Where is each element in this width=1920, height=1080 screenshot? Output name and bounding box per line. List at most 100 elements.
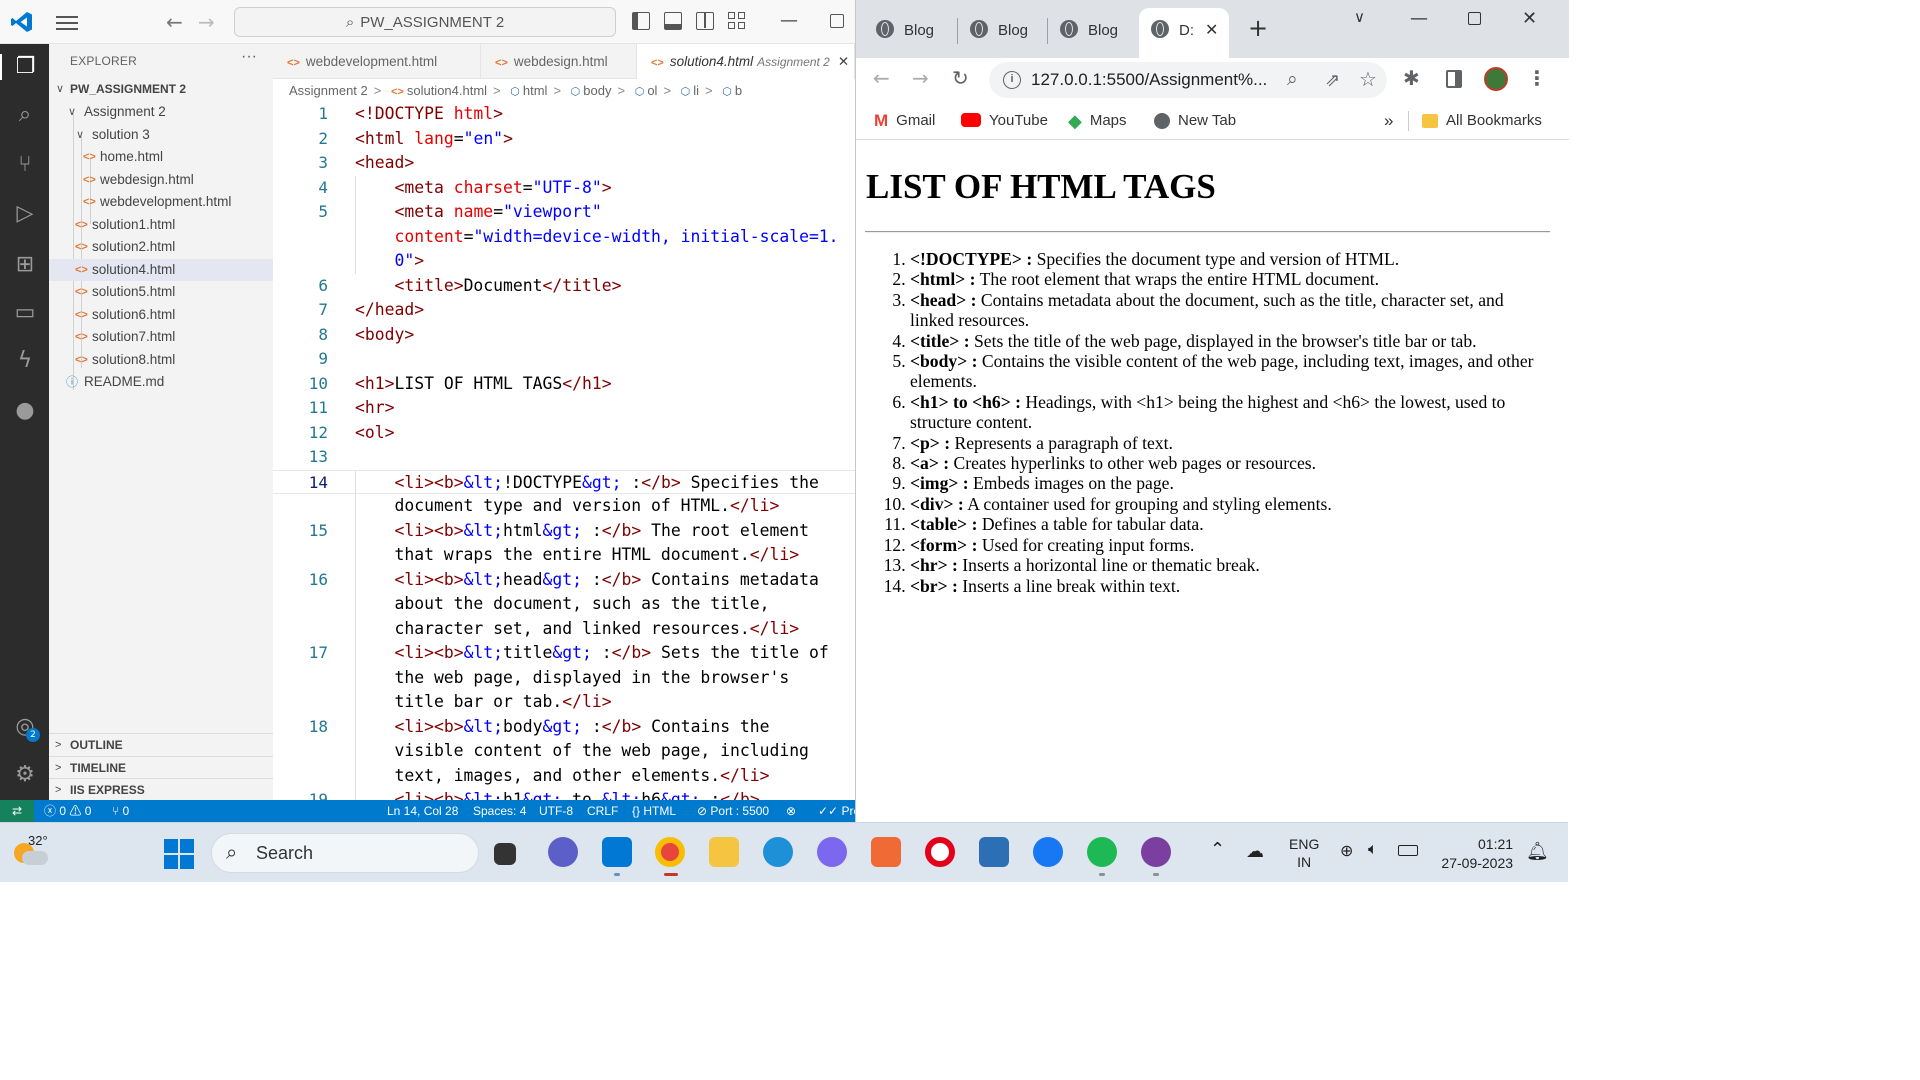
cursor-position[interactable]: Ln 14, Col 28: [387, 800, 458, 822]
minimize-icon[interactable]: —: [1410, 8, 1428, 29]
github-desktop-icon[interactable]: [1141, 837, 1171, 867]
clock[interactable]: 01:21 27-09-2023: [1438, 835, 1513, 873]
bookmark-gmail[interactable]: M Gmail: [874, 102, 935, 140]
share-icon[interactable]: ⇗: [1325, 62, 1340, 98]
prettier-status[interactable]: ✓✓ Pre: [818, 800, 855, 822]
customize-layout-icon[interactable]: [728, 12, 746, 30]
live-server-port[interactable]: ⊘ Port : 5500: [697, 800, 769, 822]
bookmark-star-icon[interactable]: ☆: [1359, 62, 1377, 98]
network-icon[interactable]: ⊕: [1340, 841, 1353, 861]
breadcrumb-item[interactable]: ol: [647, 83, 657, 98]
tree-file-solution1[interactable]: <> solution1.html: [49, 214, 273, 236]
site-info-icon[interactable]: i: [1003, 71, 1021, 89]
browser-tab-blog-1[interactable]: Blog: [864, 8, 956, 58]
remote-explorer-icon[interactable]: ▭: [12, 300, 38, 326]
forward-arrow-icon[interactable]: →: [198, 10, 215, 34]
browser-tab-active[interactable]: D: ✕: [1139, 8, 1229, 58]
new-tab-icon[interactable]: +: [1248, 14, 1268, 42]
notifications-icon[interactable]: ⊗: [786, 800, 796, 822]
tree-file-solution8[interactable]: <> solution8.html: [49, 349, 273, 371]
task-view-icon[interactable]: [494, 843, 516, 865]
tree-file-solution6[interactable]: <> solution6.html: [49, 304, 273, 326]
copilot-icon[interactable]: [817, 837, 847, 867]
toggle-secondary-sidebar-icon[interactable]: [696, 12, 714, 30]
store-icon[interactable]: [979, 837, 1009, 867]
ports-status[interactable]: ⑂ 0: [112, 800, 129, 822]
notification-bell-icon[interactable]: 🔔︎: [1526, 841, 1549, 862]
iis-express-panel[interactable]: > IIS EXPRESS: [49, 778, 273, 800]
bookmark-youtube[interactable]: YouTube: [961, 102, 1048, 140]
minimize-icon[interactable]: —: [780, 10, 798, 31]
back-icon[interactable]: ←: [873, 66, 890, 90]
breadcrumb-item[interactable]: body: [583, 83, 611, 98]
taskbar-search[interactable]: ⌕ Search: [211, 833, 479, 873]
breadcrumb-item[interactable]: li: [693, 83, 699, 98]
volume-icon[interactable]: 🔈︎: [1368, 841, 1378, 859]
address-bar[interactable]: i 127.0.0.1:5500/Assignment%... ⌕ ⇗ ☆: [989, 62, 1387, 98]
profile-avatar[interactable]: [1484, 67, 1508, 91]
close-window-icon[interactable]: ✕: [1522, 8, 1537, 29]
weather-widget[interactable]: 32°: [10, 831, 50, 871]
edge-icon[interactable]: [763, 837, 793, 867]
zoom-icon[interactable]: ⌕: [1287, 62, 1298, 98]
breadcrumb-item[interactable]: Assignment 2: [289, 83, 368, 98]
chevron-up-icon[interactable]: ⌃: [1210, 839, 1225, 860]
battery-icon[interactable]: [1398, 845, 1418, 856]
tree-file-solution2[interactable]: <> solution2.html: [49, 236, 273, 258]
app-icon[interactable]: [871, 837, 901, 867]
close-tab-icon[interactable]: ✕: [1205, 8, 1218, 54]
indentation-status[interactable]: Spaces: 4: [473, 800, 526, 822]
tree-file-solution5[interactable]: <> solution5.html: [49, 281, 273, 303]
tree-file-solution4[interactable]: <> solution4.html: [49, 259, 273, 281]
code-editor[interactable]: 1 <!DOCTYPE html> 2 <html lang="en"> 3 <hea…: [273, 102, 855, 800]
tree-file-solution7[interactable]: <> solution7.html: [49, 326, 273, 348]
language-indicator[interactable]: ENG IN: [1289, 835, 1319, 871]
thunder-client-icon[interactable]: ϟ: [12, 348, 38, 374]
maximize-icon[interactable]: [830, 14, 844, 28]
back-arrow-icon[interactable]: ←: [166, 10, 183, 34]
menu-icon[interactable]: [56, 12, 78, 32]
extensions-icon[interactable]: ⊞: [12, 252, 38, 278]
tab-solution4[interactable]: <> solution4.html Assignment 2 ✕: [637, 44, 855, 79]
search-icon[interactable]: ⌕: [12, 102, 38, 128]
close-tab-icon[interactable]: ✕: [838, 54, 849, 69]
outline-panel[interactable]: > OUTLINE: [49, 733, 273, 755]
tree-folder-solution3[interactable]: ∨ solution 3: [49, 124, 273, 146]
command-center-search[interactable]: ⌕ PW_ASSIGNMENT 2: [234, 7, 616, 37]
breadcrumb-item[interactable]: solution4.html: [407, 83, 487, 98]
browser-tab-blog-3[interactable]: Blog: [1048, 8, 1138, 58]
browser-tab-blog-2[interactable]: Blog: [958, 8, 1046, 58]
toggle-panel-icon[interactable]: [664, 12, 682, 30]
tab-webdesign[interactable]: <> webdesign.html: [481, 44, 637, 79]
extensions-icon[interactable]: ✱: [1403, 66, 1420, 90]
facebook-icon[interactable]: [1033, 837, 1063, 867]
toggle-sidebar-icon[interactable]: [632, 12, 650, 30]
tab-webdevelopment[interactable]: <> webdevelopment.html: [273, 44, 481, 79]
problems-status[interactable]: ⓧ 0 ⚠ 0: [44, 800, 91, 822]
encoding-status[interactable]: UTF-8: [539, 800, 573, 822]
chat-icon[interactable]: [548, 837, 578, 867]
eol-status[interactable]: CRLF: [587, 800, 618, 822]
all-bookmarks[interactable]: All Bookmarks: [1422, 102, 1542, 140]
tree-file-webdesign[interactable]: <> webdesign.html: [49, 169, 273, 191]
breadcrumb-item[interactable]: b: [735, 83, 742, 98]
bookmarks-overflow-icon[interactable]: »: [1384, 102, 1393, 140]
vscode-taskbar-icon[interactable]: [602, 837, 632, 867]
tab-search-icon[interactable]: ∨: [1354, 8, 1365, 26]
tree-file-home[interactable]: <> home.html: [49, 146, 273, 168]
forward-icon[interactable]: →: [912, 66, 929, 90]
tree-folder-assignment2[interactable]: ∨ Assignment 2: [49, 101, 273, 123]
chrome-menu-icon[interactable]: ⋮: [1527, 66, 1547, 90]
tree-file-readme[interactable]: ⓘ README.md: [49, 371, 273, 393]
manage-gear-icon[interactable]: ⚙: [12, 762, 38, 788]
explorer-icon[interactable]: ❐: [0, 54, 49, 80]
more-actions-icon[interactable]: ···: [241, 48, 257, 66]
start-button-icon[interactable]: [164, 839, 194, 869]
language-mode[interactable]: {} HTML: [632, 800, 676, 822]
onedrive-icon[interactable]: ☁: [1246, 841, 1264, 862]
tree-folder-root[interactable]: ∨ PW_ASSIGNMENT 2: [49, 78, 273, 100]
bookmark-maps[interactable]: ◆ Maps: [1068, 102, 1127, 140]
chrome-taskbar-icon[interactable]: [655, 837, 685, 867]
maximize-icon[interactable]: [1468, 12, 1481, 25]
run-debug-icon[interactable]: ▷: [12, 201, 38, 227]
